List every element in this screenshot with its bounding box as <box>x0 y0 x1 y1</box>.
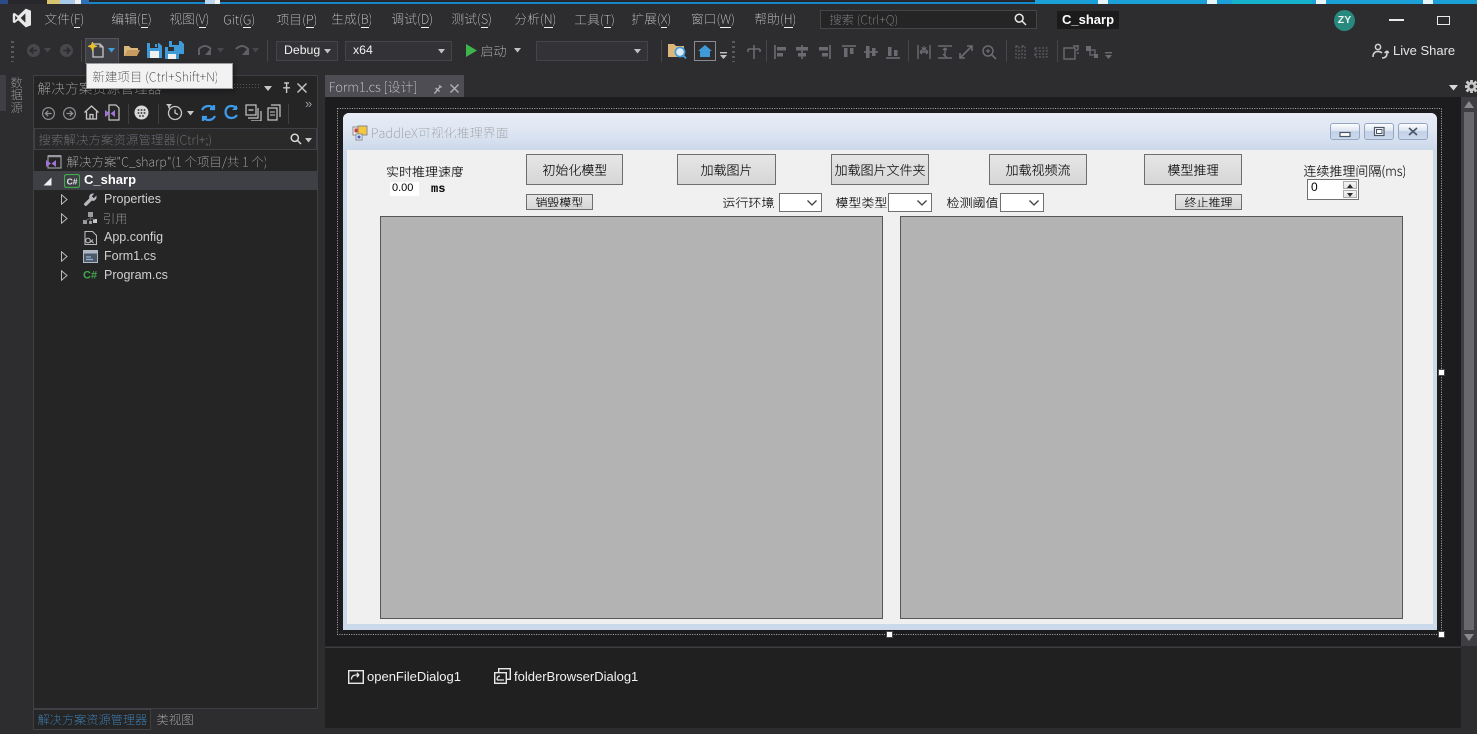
svg-text:C#: C# <box>83 270 97 281</box>
svg-text:C#: C# <box>67 177 78 187</box>
